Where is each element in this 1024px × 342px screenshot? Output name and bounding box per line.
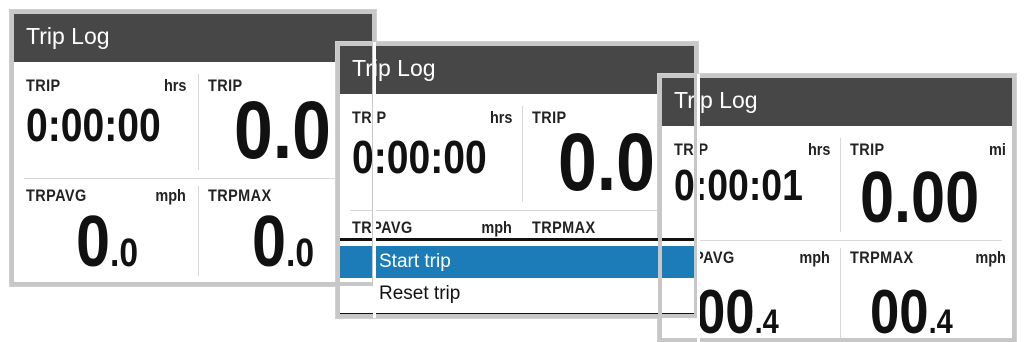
- divider: [522, 106, 523, 202]
- cell-unit: hrs: [163, 76, 186, 95]
- cell-label: TRIP: [352, 108, 387, 127]
- screen-title: Trip Log: [10, 10, 376, 62]
- trip-log-screen-3: Trip Log TRIP hrs 0:00:01 TRIP mi 0.00 T…: [658, 74, 1016, 342]
- cell-unit: mi: [989, 140, 1006, 159]
- cell-label: TRPMAX: [532, 218, 596, 237]
- overlay-divider-line: [697, 74, 700, 342]
- cell-value: 0.00: [860, 158, 980, 238]
- screen-title: Trip Log: [658, 74, 1016, 126]
- trip-time-cell[interactable]: TRIP hrs 0:00:00: [18, 70, 194, 176]
- cell-unit: mph: [975, 248, 1006, 267]
- cell-value: 0:00:00: [26, 99, 161, 151]
- divider: [198, 186, 199, 276]
- trip-max-cell[interactable]: TRPMAX mph 00.4: [842, 242, 1014, 342]
- cell-value: 0:00:01: [674, 161, 803, 210]
- trip-context-menu: Start trip Reset trip: [336, 238, 698, 316]
- trip-avg-cell[interactable]: TRPAVG mph 0.0: [18, 180, 194, 280]
- overlay-divider-line: [373, 42, 376, 318]
- divider: [198, 74, 199, 170]
- cell-label: TRPAVG: [352, 218, 413, 237]
- cell-value: 0.0: [76, 202, 139, 282]
- reset-trip-menu-item[interactable]: Reset trip: [339, 278, 695, 310]
- cell-unit: hrs: [489, 108, 512, 127]
- cell-unit: mph: [481, 218, 512, 237]
- trip-distance-cell[interactable]: TRIP mi 0.00: [842, 134, 1014, 238]
- cell-label: TRIP: [26, 76, 61, 95]
- divider: [24, 178, 364, 179]
- cell-value: 00.4: [870, 278, 953, 342]
- cell-label: TRIP: [674, 140, 709, 159]
- trip-time-cell[interactable]: TRIP hrs 0:00:00: [344, 102, 520, 208]
- cell-value: 0.0: [558, 117, 655, 208]
- cell-unit: mph: [155, 186, 186, 205]
- cell-label: TRPMAX: [850, 248, 914, 267]
- cell-value: 00.4: [696, 278, 779, 342]
- divider: [840, 248, 841, 338]
- cell-label: TRIP: [850, 140, 885, 159]
- trip-log-screen-2: Trip Log TRIP hrs 0:00:00 TRIP 0.0 TRPAV…: [336, 42, 698, 318]
- start-trip-menu-item[interactable]: Start trip: [339, 246, 695, 278]
- screen-title: Trip Log: [336, 42, 698, 94]
- cell-unit: hrs: [807, 140, 830, 159]
- divider: [840, 138, 841, 232]
- cell-unit: mph: [799, 248, 830, 267]
- trip-log-screen-1: Trip Log TRIP hrs 0:00:00 TRIP 0.0 TRPAV…: [10, 10, 376, 286]
- trip-time-cell[interactable]: TRIP hrs 0:00:01: [666, 134, 838, 238]
- cell-value: 0.0: [234, 85, 331, 176]
- divider: [672, 240, 1002, 241]
- divider: [350, 210, 686, 211]
